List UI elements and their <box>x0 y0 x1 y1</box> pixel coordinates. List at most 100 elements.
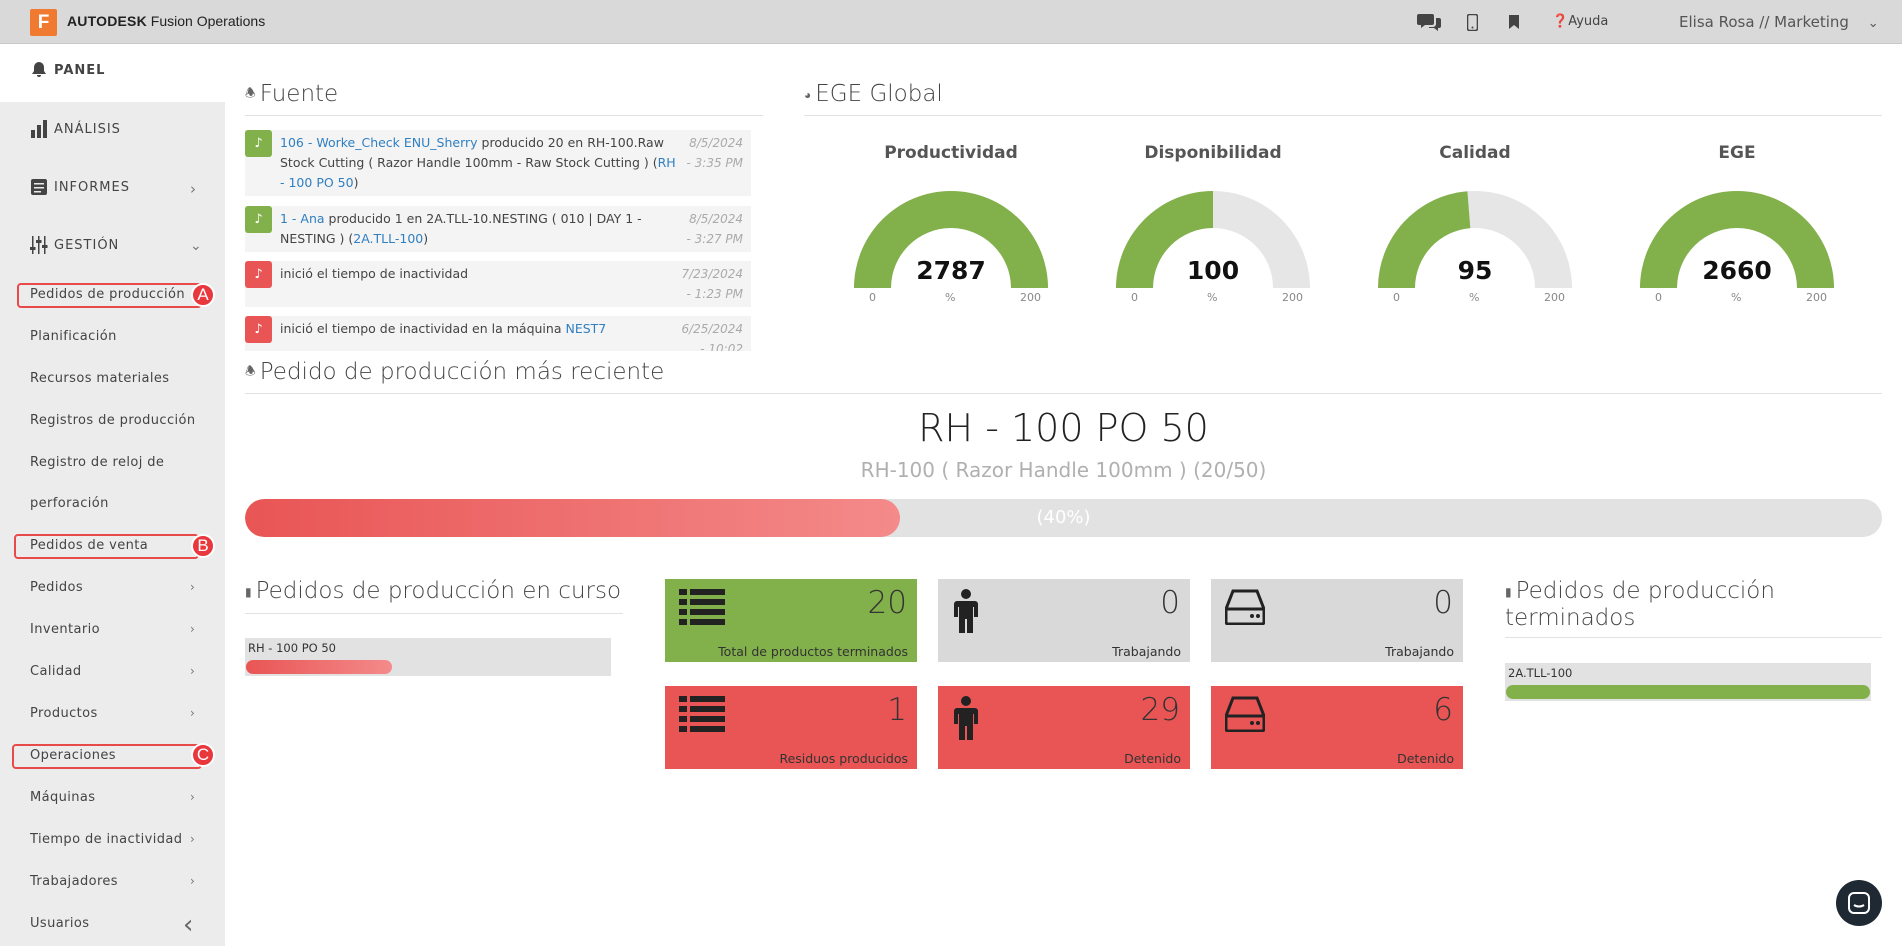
person-icon <box>952 696 980 744</box>
user-menu[interactable]: Elisa Rosa // Marketing ⌄ <box>1679 13 1879 31</box>
sidebar-item-inventario[interactable]: Inventario <box>30 622 100 637</box>
tile-trabajadores-trabajando[interactable]: 0 Trabajando <box>938 579 1190 662</box>
recent-order-progress-bar: (40%) <box>245 499 1882 537</box>
sidebar-item-registro-reloj-cont[interactable]: perforación <box>30 496 109 511</box>
list-icon <box>679 589 725 629</box>
gauge-productividad: Productividad 2787 0 % 200 <box>836 143 1066 313</box>
tile-total-productos[interactable]: 20 Total de productos terminados <box>665 579 917 662</box>
progress-label: (40%) <box>1036 507 1091 528</box>
tile-maquinas-detenido[interactable]: 6 Detenido <box>1211 686 1463 769</box>
sidebar-item-productos[interactable]: Productos <box>30 706 98 721</box>
chevron-right-icon: › <box>190 580 195 594</box>
sidebar-item-tiempo-inactividad[interactable]: Tiempo de inactividad <box>30 832 182 847</box>
tile-residuos[interactable]: 1 Residuos producidos <box>665 686 917 769</box>
finished-divider <box>1505 637 1882 638</box>
highlight-c <box>12 744 202 769</box>
fusion-logo[interactable]: F <box>30 9 57 36</box>
sidebar-item-panel[interactable]: PANEL <box>30 61 105 79</box>
sidebar-item-analisis[interactable]: ANÁLISIS <box>30 120 121 138</box>
bell-icon: ♪ <box>245 316 272 343</box>
sidebar-item-planificacion[interactable]: Planificación <box>30 329 117 344</box>
oee-title: ◕ EGE Global <box>804 81 943 107</box>
chevron-down-icon: ⌄ <box>190 238 202 254</box>
chevron-down-icon: ⌄ <box>1867 16 1879 31</box>
recent-order-code[interactable]: RH - 100 PO 50 <box>245 406 1882 450</box>
gauge-calidad: Calidad 95 0 % 200 <box>1360 143 1590 313</box>
list-icon <box>679 696 725 736</box>
in-progress-order[interactable]: RH - 100 PO 50 <box>245 638 611 676</box>
sidebar-item-recursos-materiales[interactable]: Recursos materiales <box>30 371 169 386</box>
feed-title: 🕭 Fuente <box>245 81 339 107</box>
in-progress-order-bar <box>246 660 392 674</box>
sidebar-item-maquinas[interactable]: Máquinas <box>30 790 95 805</box>
sliders-icon <box>30 236 48 254</box>
top-bar: F AUTODESK Fusion Operations ❓Ayuda Elis… <box>0 0 1902 44</box>
highlight-b <box>14 534 199 559</box>
sidebar-item-calidad[interactable]: Calidad <box>30 664 82 679</box>
recent-order-description: RH-100 ( Razor Handle 100mm ) (20/50) <box>860 458 1267 482</box>
recent-divider <box>245 393 1882 394</box>
feed-date: 7/23/2024- 1:23 PM <box>681 267 743 301</box>
feed-divider <box>245 115 763 116</box>
help-icon: ❓ <box>1552 14 1569 29</box>
tile-maquinas-trabajando[interactable]: 0 Trabajando <box>1211 579 1463 662</box>
in-progress-title: ▮ Pedidos de producción en curso <box>245 578 622 604</box>
sidebar-item-trabajadores[interactable]: Trabajadores <box>30 874 118 889</box>
oee-divider <box>804 115 1882 116</box>
report-icon <box>31 179 47 195</box>
finished-title: ▮ Pedidos de producción terminados <box>1505 578 1775 631</box>
folder-icon: ▮ <box>245 584 252 599</box>
help-link[interactable]: ❓Ayuda <box>1552 14 1608 29</box>
machine-icon <box>1224 696 1266 736</box>
sidebar-item-usuarios[interactable]: Usuarios <box>30 916 89 931</box>
recent-order-title: 🕭 Pedido de producción más reciente <box>245 359 665 385</box>
sidebar-item-informes[interactable]: INFORMES <box>30 178 130 196</box>
bell-icon: ♪ <box>245 130 272 157</box>
brand-name: AUTODESK Fusion Operations <box>67 13 266 29</box>
tile-trabajadores-detenido[interactable]: 29 Detenido <box>938 686 1190 769</box>
annotation-badge-c: C <box>191 743 215 767</box>
collapse-sidebar-icon[interactable]: ‹ <box>183 910 193 940</box>
sidebar-item-registros-produccion[interactable]: Registros de producción <box>30 413 196 428</box>
feed-item: ♪ 1 - Ana producido 1 en 2A.TLL-10.NESTI… <box>245 206 751 252</box>
chevron-right-icon: › <box>190 706 195 720</box>
annotation-badge-a: A <box>191 283 215 307</box>
folder-icon: ▮ <box>1505 584 1512 599</box>
support-chat-button[interactable] <box>1836 880 1882 926</box>
feed-date: 6/25/2024- 10:02 <box>681 322 743 351</box>
feed-date: 8/5/2024- 3:27 PM <box>686 212 744 246</box>
chat-bubble-icon <box>1848 892 1870 914</box>
chevron-right-icon: › <box>190 790 195 804</box>
chat-icon[interactable] <box>1416 10 1442 34</box>
sidebar: PANEL ANÁLISIS INFORMES › GESTIÓN ⌄ Pedi… <box>0 44 225 946</box>
sidebar-item-gestion[interactable]: GESTIÓN <box>30 236 119 254</box>
gauge-disponibilidad: Disponibilidad 100 0 % 200 <box>1098 143 1328 313</box>
chevron-right-icon: › <box>190 664 195 678</box>
bell-icon: ♪ <box>245 261 272 288</box>
finished-order-bar <box>1506 685 1870 699</box>
machine-icon <box>1224 589 1266 629</box>
sidebar-item-registro-reloj[interactable]: Registro de reloj de <box>30 455 164 470</box>
bell-icon <box>32 62 46 77</box>
chevron-right-icon: › <box>190 832 195 846</box>
feed-item: ♪ 106 - Worke_Check ENU_Sherry producido… <box>245 130 751 196</box>
gauge-ege: EGE 2660 0 % 200 <box>1622 143 1852 313</box>
bell-icon: 🕭 <box>245 364 256 378</box>
sidebar-item-pedidos[interactable]: Pedidos <box>30 580 83 595</box>
bell-icon: ♪ <box>245 206 272 233</box>
mobile-icon[interactable] <box>1465 10 1479 34</box>
chevron-right-icon: › <box>190 622 195 636</box>
chevron-right-icon: › <box>190 180 196 198</box>
bell-icon: 🕭 <box>245 86 256 100</box>
highlight-a <box>17 283 202 308</box>
finished-order[interactable]: 2A.TLL-100 <box>1505 663 1871 701</box>
feed-worker-link[interactable]: 1 - Ana <box>280 211 325 226</box>
feed-worker-link[interactable]: 106 - Worke_Check ENU_Sherry <box>280 135 478 150</box>
feed-machine-link[interactable]: NEST7 <box>565 321 606 336</box>
bookmark-icon[interactable] <box>1508 10 1520 34</box>
annotation-badge-b: B <box>191 534 215 558</box>
bar-chart-icon <box>31 120 47 138</box>
dashboard-icon: ◕ <box>804 87 812 102</box>
feed-item: ♪ inició el tiempo de inactividad 7/23/2… <box>245 261 751 307</box>
feed-order-link[interactable]: 2A.TLL-100 <box>353 231 423 246</box>
